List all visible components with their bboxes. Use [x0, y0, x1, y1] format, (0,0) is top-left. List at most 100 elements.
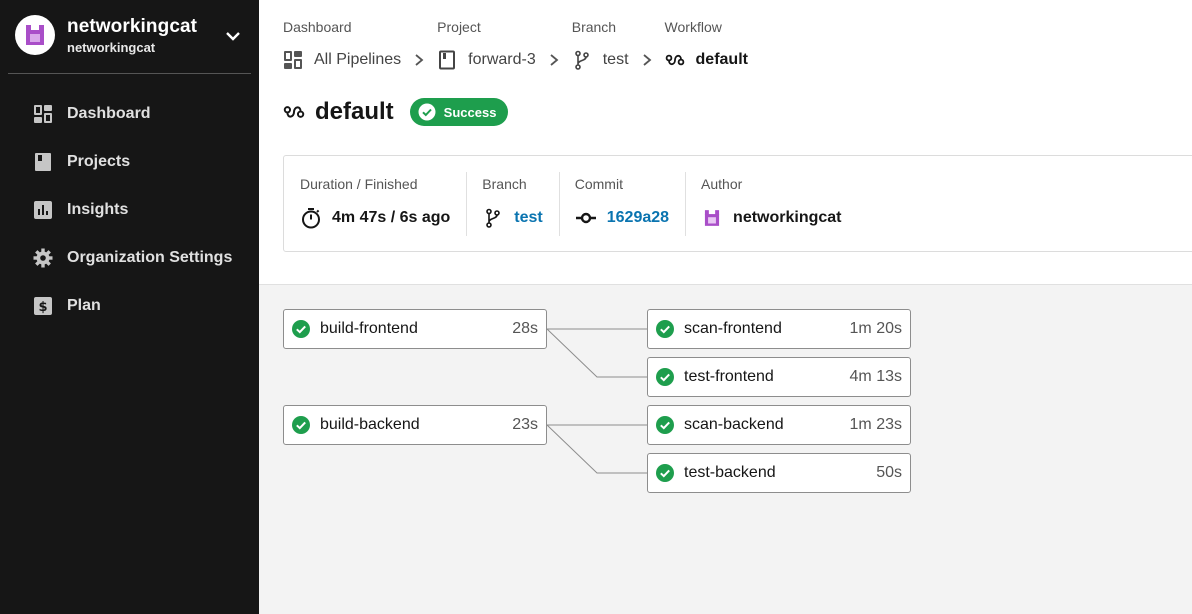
info-duration-value-row: 4m 47s / 6s ago [300, 207, 450, 229]
job-name: build-frontend [320, 320, 418, 337]
dashboard-icon [283, 50, 303, 70]
breadcrumb-link-all-pipelines[interactable]: All Pipelines [283, 49, 437, 71]
breadcrumb-value: forward-3 [468, 51, 536, 68]
info-value: 4m 47s / 6s ago [332, 209, 451, 226]
breadcrumb-label: Project [437, 19, 481, 35]
job-name: test-frontend [684, 368, 774, 385]
workflow-header: Dashboard All Pipelines Project forward-… [259, 0, 1192, 285]
breadcrumb-project: Project forward-3 [437, 19, 572, 71]
breadcrumb-label: Branch [571, 19, 617, 35]
sidebar-item-projects[interactable]: Projects [0, 138, 259, 186]
job-duration: 1m 20s [849, 320, 902, 337]
info-author: Author networkingcat [685, 156, 857, 251]
org-logo-icon [26, 25, 44, 45]
svg-text:$: $ [38, 300, 47, 315]
info-branch-value-row: test [482, 207, 543, 229]
sidebar-item-insights[interactable]: Insights [0, 186, 259, 234]
breadcrumb-current-workflow: default [665, 49, 748, 71]
commit-link[interactable]: 1629a28 [607, 209, 669, 227]
chevron-right-icon [642, 54, 651, 66]
job-test-backend[interactable]: test-backend 50s [647, 453, 911, 493]
sidebar-item-label: Projects [67, 153, 131, 170]
sidebar-item-plan[interactable]: $ Plan [0, 282, 259, 330]
status-label: Success [443, 104, 497, 120]
check-circle-icon [292, 416, 310, 434]
breadcrumb-link-project[interactable]: forward-3 [437, 49, 572, 71]
branch-link[interactable]: test [514, 209, 542, 227]
check-circle-icon [292, 320, 310, 338]
info-value: networkingcat [733, 209, 842, 226]
workflow-title-row: default Success [283, 98, 509, 126]
breadcrumb-value: default [695, 51, 748, 68]
info-commit-value-row: 1629a28 [575, 207, 669, 229]
org-name: networkingcat [67, 16, 198, 37]
breadcrumb-branch: Branch test [572, 19, 665, 71]
breadcrumb-value: All Pipelines [314, 51, 402, 68]
status-badge: Success [409, 98, 509, 126]
info-author-value-row: networkingcat [701, 207, 842, 229]
job-name: test-backend [684, 464, 776, 481]
page-title: default [315, 98, 394, 125]
info-label: Commit [574, 176, 623, 192]
breadcrumb-label: Dashboard [283, 19, 352, 35]
org-avatar [15, 15, 55, 55]
sidebar-item-dashboard[interactable]: Dashboard [0, 90, 259, 138]
job-graph: build-frontend 28s scan-frontend 1m 20s … [259, 286, 1192, 614]
job-name: build-backend [320, 416, 420, 433]
stopwatch-icon [300, 207, 322, 229]
check-circle-icon [656, 368, 674, 386]
breadcrumb: Dashboard All Pipelines Project forward-… [283, 19, 748, 71]
job-duration: 4m 13s [849, 368, 902, 385]
check-circle-icon [656, 416, 674, 434]
breadcrumb-label: Workflow [664, 19, 722, 35]
info-label: Branch [482, 176, 527, 192]
dollar-icon: $ [33, 296, 53, 316]
info-duration: Duration / Finished 4m 47s / 6s ago [284, 156, 466, 251]
workflow-info-panel: Duration / Finished 4m 47s / 6s ago Bran… [283, 155, 1192, 252]
breadcrumb-dashboard: Dashboard All Pipelines [283, 19, 437, 71]
info-label: Author [701, 176, 743, 192]
commit-icon [575, 207, 597, 229]
job-scan-backend[interactable]: scan-backend 1m 23s [647, 405, 911, 445]
job-name: scan-backend [684, 416, 784, 433]
bar-chart-icon [33, 200, 53, 220]
job-duration: 28s [512, 320, 538, 337]
sidebar-item-label: Plan [67, 297, 101, 314]
job-build-backend[interactable]: build-backend 23s [283, 405, 547, 445]
info-commit: Commit 1629a28 [558, 156, 685, 251]
job-scan-frontend[interactable]: scan-frontend 1m 20s [647, 309, 911, 349]
workflow-icon [665, 50, 685, 70]
job-build-frontend[interactable]: build-frontend 28s [283, 309, 547, 349]
org-switcher[interactable]: networkingcat networkingcat [8, 0, 251, 74]
sidebar-item-organization-settings[interactable]: Organization Settings [0, 234, 259, 282]
branch-icon [482, 207, 504, 229]
sidebar-item-label: Insights [67, 201, 129, 218]
org-username: networkingcat [67, 40, 156, 55]
info-label: Duration / Finished [300, 176, 418, 192]
check-circle-icon [656, 464, 674, 482]
sidebar-item-label: Organization Settings [67, 249, 233, 266]
breadcrumb-value: test [602, 51, 629, 68]
chevron-right-icon [550, 54, 559, 66]
chevron-right-icon [415, 54, 424, 66]
breadcrumb-workflow: Workflow default [665, 19, 748, 71]
job-test-frontend[interactable]: test-frontend 4m 13s [647, 357, 911, 397]
gear-icon [33, 248, 53, 268]
author-avatar [701, 207, 723, 229]
info-branch: Branch test [466, 156, 558, 251]
job-name: scan-frontend [684, 320, 782, 337]
check-circle-icon [418, 103, 436, 121]
book-icon [437, 50, 457, 70]
sidebar-nav: Dashboard Projects Insights Organization… [0, 90, 259, 330]
book-icon [33, 152, 53, 172]
job-duration: 50s [876, 464, 902, 481]
workflow-icon [283, 100, 307, 124]
dashboard-icon [33, 104, 53, 124]
check-circle-icon [656, 320, 674, 338]
job-duration: 23s [512, 416, 538, 433]
sidebar: networkingcat networkingcat Dashboard Pr… [0, 0, 259, 614]
chevron-down-icon[interactable] [223, 26, 243, 46]
breadcrumb-link-branch[interactable]: test [572, 49, 665, 71]
branch-icon [572, 50, 592, 70]
sidebar-item-label: Dashboard [67, 105, 151, 122]
